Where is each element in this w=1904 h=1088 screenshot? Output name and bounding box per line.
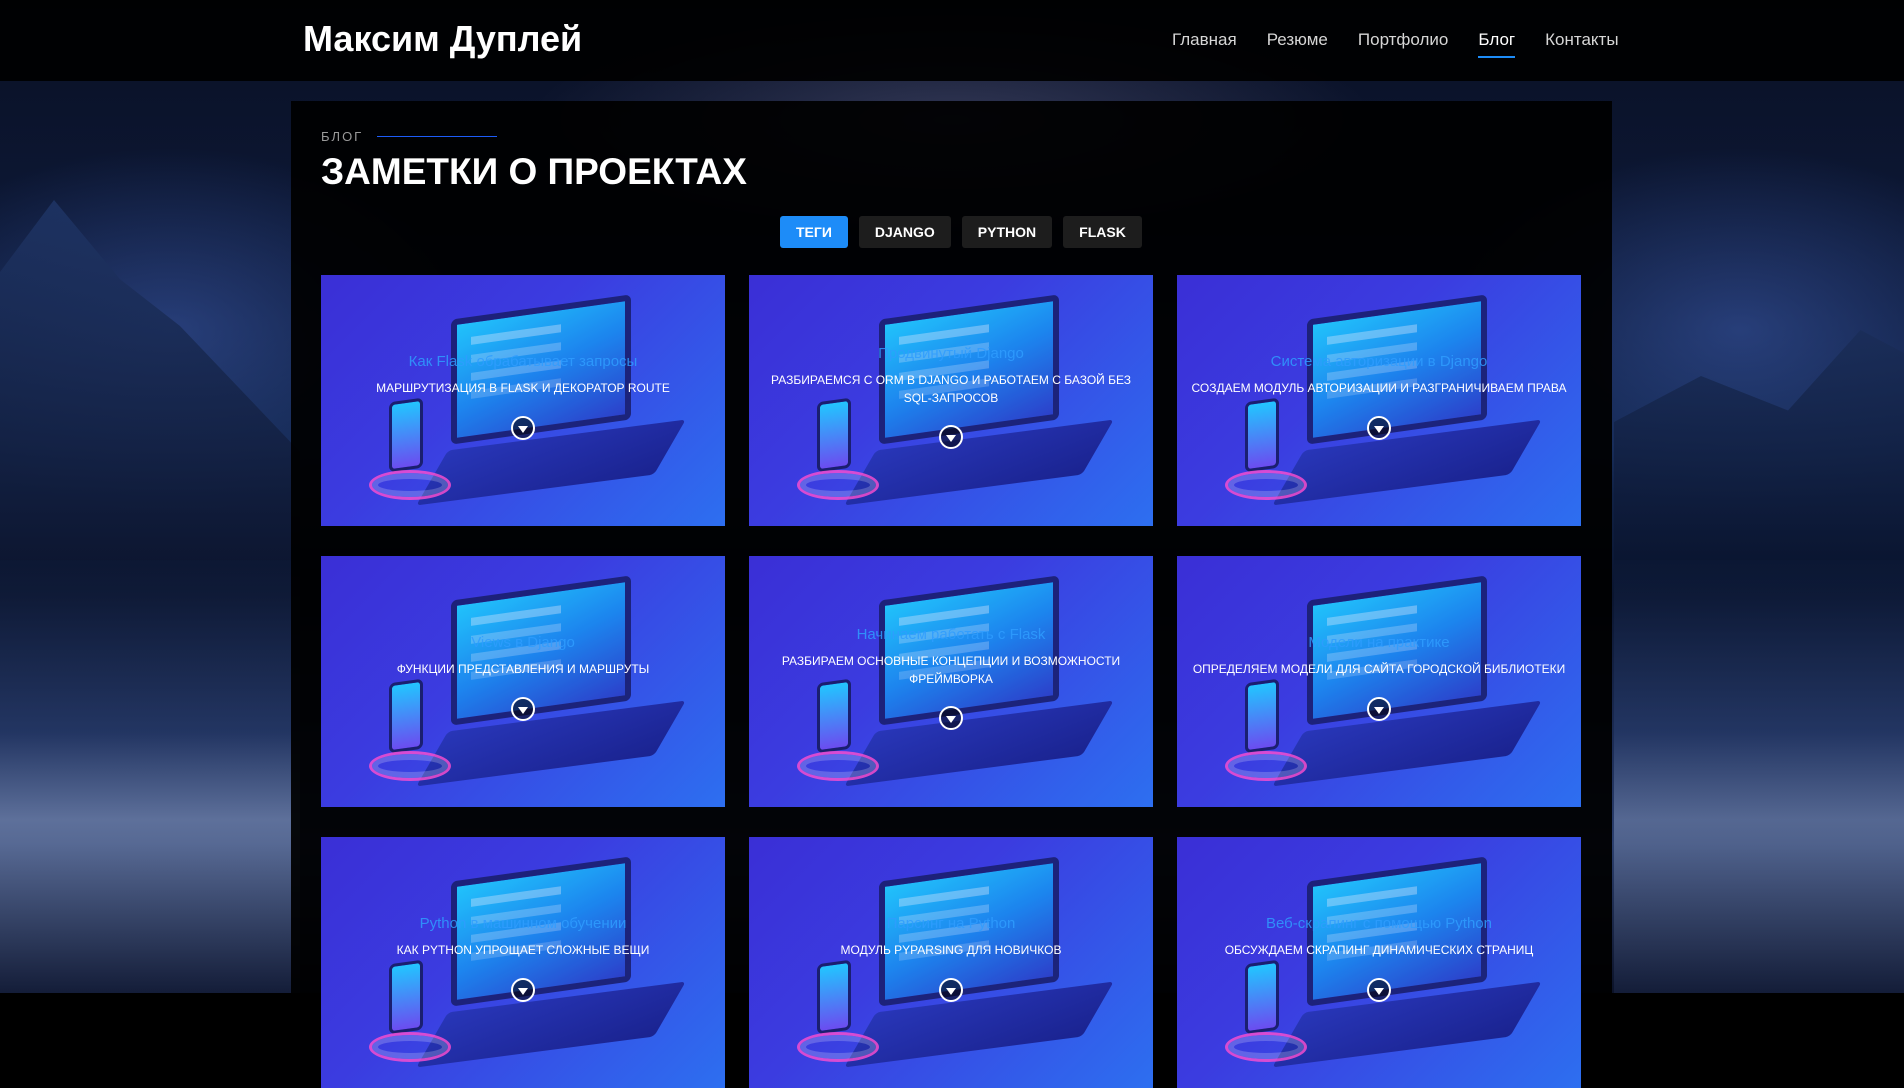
chevron-down-icon[interactable]: [1367, 416, 1391, 440]
section-label: БЛОГ: [321, 129, 498, 144]
phone-illustration: [817, 678, 851, 754]
post-description: Модуль pyparsing для новичков: [840, 943, 1062, 957]
chevron-down-icon[interactable]: [1367, 978, 1391, 1002]
post-title: Система авторизации в Django: [1270, 353, 1488, 370]
post-card[interactable]: Views в Django Функции представления и м…: [321, 556, 725, 807]
chevron-down-icon[interactable]: [939, 425, 963, 449]
phone-illustration: [1245, 397, 1279, 473]
ring-illustration: [369, 751, 451, 781]
ring-illustration: [1225, 1032, 1307, 1062]
ring-illustration: [1225, 751, 1307, 781]
main-nav: Главная Резюме Портфолио Блог Контакты: [1172, 30, 1619, 58]
post-title: Как Flask обрабатывает запросы: [408, 353, 638, 370]
ring-illustration: [1225, 470, 1307, 500]
nav-link-home[interactable]: Главная: [1172, 30, 1237, 50]
post-grid: Как Flask обрабатывает запросы Маршрутиз…: [321, 275, 1581, 1088]
phone-illustration: [1245, 678, 1279, 754]
laptop-illustration: [879, 294, 1059, 445]
phone-illustration: [817, 959, 851, 1035]
chevron-down-icon[interactable]: [511, 697, 535, 721]
phone-illustration: [389, 678, 423, 754]
ring-illustration: [797, 1032, 879, 1062]
post-title: Views в Django: [471, 634, 575, 651]
page-title: ЗАМЕТКИ О ПРОЕКТАХ: [321, 151, 747, 192]
post-title: Python в машинном обучении: [419, 915, 627, 932]
post-card[interactable]: Веб-скрапинг с помощью Python Обсуждаем …: [1177, 837, 1581, 1088]
post-card[interactable]: Модели на практике Определяем модели для…: [1177, 556, 1581, 807]
filter-django[interactable]: DJANGO: [858, 216, 951, 248]
site-header: Максим Дуплей Главная Резюме Портфолио Б…: [0, 0, 1904, 81]
section-label-text: БЛОГ: [321, 129, 364, 144]
post-description: Обсуждаем скрапинг динамических страниц: [1224, 943, 1534, 957]
post-title: Модели на практике: [1308, 634, 1450, 651]
chevron-down-icon[interactable]: [939, 978, 963, 1002]
post-title: Начинаем работать с Flask: [856, 626, 1046, 643]
phone-illustration: [389, 959, 423, 1035]
lake-reflection-right: [1614, 560, 1904, 993]
post-description: Функции представления и маршруты: [396, 662, 650, 676]
laptop-illustration: [879, 575, 1059, 726]
nav-link-portfolio[interactable]: Портфолио: [1358, 30, 1448, 50]
phone-illustration: [817, 397, 851, 473]
post-title: Веб-скрапинг с помощью Python: [1266, 915, 1492, 932]
mountain-left: [0, 200, 300, 560]
phone-illustration: [389, 397, 423, 473]
filter-tags[interactable]: ТЕГИ: [780, 216, 848, 248]
lake-reflection-left: [0, 560, 300, 993]
nav-link-contacts[interactable]: Контакты: [1545, 30, 1618, 50]
post-description: Разбираемся с ORM в Django и работаем с …: [771, 373, 1131, 405]
filter-flask[interactable]: FLASK: [1063, 216, 1142, 248]
ring-illustration: [797, 751, 879, 781]
ring-illustration: [797, 470, 879, 500]
chevron-down-icon[interactable]: [939, 706, 963, 730]
phone-illustration: [1245, 959, 1279, 1035]
nav-link-resume[interactable]: Резюме: [1267, 30, 1328, 50]
mountain-right: [1614, 330, 1904, 560]
post-description: Определяем модели для сайта городской би…: [1192, 662, 1566, 676]
chevron-down-icon[interactable]: [1367, 697, 1391, 721]
ring-illustration: [369, 1032, 451, 1062]
post-card[interactable]: Как Flask обрабатывает запросы Маршрутиз…: [321, 275, 725, 526]
nav-link-blog[interactable]: Блог: [1478, 30, 1515, 58]
post-title: Парсинг на Python: [886, 915, 1016, 932]
post-card[interactable]: Парсинг на Python Модуль pyparsing для н…: [749, 837, 1153, 1088]
post-card[interactable]: Начинаем работать с Flask Разбираем осно…: [749, 556, 1153, 807]
post-description: Маршрутизация в Flask и декоратор route: [376, 381, 670, 395]
site-brand[interactable]: Максим Дуплей: [303, 18, 582, 60]
post-card[interactable]: Python в машинном обучении Как Python уп…: [321, 837, 725, 1088]
chevron-down-icon[interactable]: [511, 416, 535, 440]
blog-panel: БЛОГ ЗАМЕТКИ О ПРОЕКТАХ ТЕГИ DJANGO PYTH…: [291, 101, 1612, 1088]
post-card[interactable]: Продвинутый Django Разбираемся с ORM в D…: [749, 275, 1153, 526]
tag-filters: ТЕГИ DJANGO PYTHON FLASK: [780, 216, 1142, 248]
ring-illustration: [369, 470, 451, 500]
post-card[interactable]: Система авторизации в Django Создаем мод…: [1177, 275, 1581, 526]
post-description: Разбираем основные концепции и возможнос…: [781, 654, 1121, 686]
post-description: Как Python упрощает сложные вещи: [396, 943, 650, 957]
filter-python[interactable]: PYTHON: [961, 216, 1053, 248]
post-description: Создаем модуль авторизации и разграничив…: [1191, 381, 1567, 395]
section-label-divider: [377, 136, 498, 137]
chevron-down-icon[interactable]: [511, 978, 535, 1002]
post-title: Продвинутый Django: [878, 345, 1024, 362]
